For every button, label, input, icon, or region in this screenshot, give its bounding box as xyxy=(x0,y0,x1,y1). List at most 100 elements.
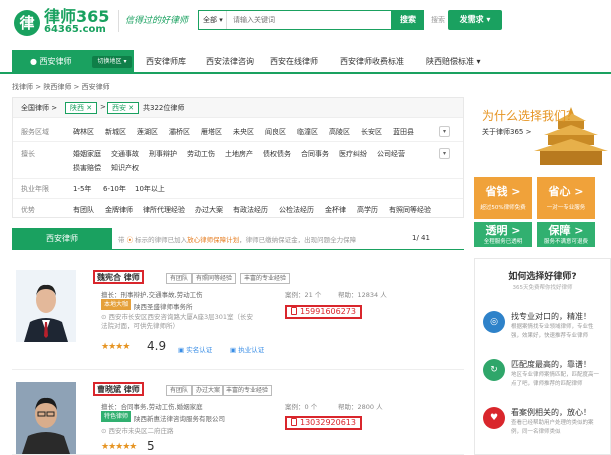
case-count: 案例：0 个 xyxy=(285,403,318,411)
how-item-title: 找专业对口的，精准！ xyxy=(511,312,591,321)
tile-peace-of-mind[interactable]: 省心 > 一对一专业服务 xyxy=(537,177,595,219)
filter-option[interactable]: 高陵区 xyxy=(329,127,350,137)
filter-option[interactable]: 有政法经历 xyxy=(233,205,268,215)
filter-option[interactable]: 金杯律 xyxy=(325,205,346,215)
case-count: 案例：21 个 xyxy=(285,291,322,299)
certificate-icon: ▣ xyxy=(230,346,237,354)
filter-option[interactable]: 损害赔偿 xyxy=(73,163,101,173)
lawyer-address: ⊙ 西安市未央区二府庄路 xyxy=(101,427,174,435)
filter-option[interactable]: 碑林区 xyxy=(73,127,94,137)
filter-option[interactable]: 有团队 xyxy=(73,205,94,215)
filter-option[interactable]: 律所代理经验 xyxy=(143,205,185,215)
filter-option[interactable]: 灞桥区 xyxy=(169,127,190,137)
lawyer-badge: 本地大咖 xyxy=(101,299,132,310)
filter-header: 全国律师 > 陕西 ✕ > 西安 ✕ 共322位律师 xyxy=(13,98,463,118)
nav-item-consult[interactable]: 西安法律咨询 xyxy=(206,50,254,74)
match-icon: ↻ xyxy=(483,359,505,381)
slogan: 信得过的好律师 xyxy=(118,10,190,32)
rating-stars: ★★★★★ xyxy=(101,442,137,452)
lawyer-photo[interactable] xyxy=(16,382,76,454)
nav-item-fees[interactable]: 西安律师收费标准 xyxy=(340,50,404,74)
switch-region-button[interactable]: 切换地区 ▾ xyxy=(92,56,132,68)
filter-option[interactable]: 雁塔区 xyxy=(201,127,222,137)
filter-option[interactable]: 公检法经历 xyxy=(279,205,314,215)
expand-expertise-button[interactable]: ▾ xyxy=(439,148,450,159)
filter-option[interactable]: 莲湖区 xyxy=(137,127,158,137)
filter-option[interactable]: 金牌律师 xyxy=(105,205,133,215)
search-button[interactable]: 搜索 xyxy=(392,10,424,30)
filter-tag-province[interactable]: 陕西 ✕ xyxy=(65,102,98,114)
tile-transparent[interactable]: 透明 > 全程服务已透明 xyxy=(474,222,532,247)
city-selector[interactable]: ● 西安律师 切换地区 ▾ xyxy=(12,50,134,74)
filter-option[interactable]: 10年以上 xyxy=(135,184,165,194)
guarantee-plan-link[interactable]: 放心律师保障计划 xyxy=(187,236,239,244)
filter-option[interactable]: 劳动工伤 xyxy=(187,149,215,159)
filter-option[interactable]: 1-5年 xyxy=(73,184,91,194)
filter-option[interactable]: 公司经营 xyxy=(377,149,405,159)
filter-option[interactable]: 未央区 xyxy=(233,127,254,137)
filter-option[interactable]: 土地房产 xyxy=(225,149,253,159)
lawyer-count: 共322位律师 xyxy=(143,104,185,112)
nav-item-online[interactable]: 西安在线律师 xyxy=(270,50,318,74)
guarantee-notice: 带 ⦿ 标示的律师已加入放心律师保障计划，律师已缴纳保证金，出现问题全力保障 xyxy=(118,236,357,244)
filter-option[interactable]: 刑事辩护 xyxy=(149,149,177,159)
about-link[interactable]: 关于律师365 > xyxy=(482,127,531,137)
lawyer-name[interactable]: 魏宪合 律师 xyxy=(93,270,144,284)
tab-xian-lawyers[interactable]: 西安律师 xyxy=(12,228,112,250)
filter-option[interactable]: 交通事故 xyxy=(111,149,139,159)
lawyer-tag: 有团队 xyxy=(166,273,193,284)
filter-panel: 全国律师 > 陕西 ✕ > 西安 ✕ 共322位律师 服务区域 碑林区 新城区 … xyxy=(12,97,464,218)
national-lawyers-link[interactable]: 全国律师 > xyxy=(21,103,57,113)
filter-option[interactable]: 办过大案 xyxy=(195,205,223,215)
lawyer-tag: 丰富的专业经验 xyxy=(240,273,291,284)
rating-stars: ★★★★ xyxy=(101,342,130,352)
how-item-title: 匹配度最高的，靠谱！ xyxy=(511,360,591,369)
nav-item-compensation[interactable]: 陕西赔偿标准 ▾ xyxy=(426,50,481,74)
filter-option[interactable]: 蓝田县 xyxy=(393,127,414,137)
filter-tag-city[interactable]: 西安 ✕ xyxy=(107,102,140,114)
search-box: 全部 ▾ xyxy=(198,10,392,30)
filter-option[interactable]: 临潼区 xyxy=(297,127,318,137)
phone-button[interactable]: 13032920613 xyxy=(285,416,362,430)
how-item-title: 看案例相关的，放心！ xyxy=(511,408,591,417)
filter-option[interactable]: 有照同等经验 xyxy=(389,205,431,215)
tile-save-money[interactable]: 省钱 > 超过50%律师免费 xyxy=(474,177,532,219)
lawyer-name[interactable]: 曹晓斌 律师 xyxy=(93,382,144,396)
search-input[interactable] xyxy=(233,11,383,29)
filter-option[interactable]: 知识产权 xyxy=(111,163,139,173)
filter-option[interactable]: 合同事务 xyxy=(301,149,329,159)
lawyer-tag: 有照同等经验 xyxy=(192,273,237,284)
lawyer-portrait-icon xyxy=(16,382,76,454)
filter-option[interactable]: 婚姻家庭 xyxy=(73,149,101,159)
logo-icon[interactable]: 律 xyxy=(14,10,40,36)
lawyer-tag: 有团队 xyxy=(166,385,193,396)
filter-label-years: 执业年限 xyxy=(21,185,49,193)
why-choose-us: 为什么选择我们？ 关于律师365 > 省钱 > 超过50%律师免费 省心 > 一… xyxy=(474,97,611,247)
search-scope-select[interactable]: 全部 ▾ xyxy=(199,11,227,29)
filter-option[interactable]: 长安区 xyxy=(361,127,382,137)
filter-option[interactable]: 债权债务 xyxy=(263,149,291,159)
filter-option[interactable]: 6-10年 xyxy=(103,184,126,194)
phone-button[interactable]: 15991606273 xyxy=(285,305,362,319)
post-demand-button[interactable]: 发需求 ▾ xyxy=(448,10,502,30)
filter-option[interactable]: 新城区 xyxy=(105,127,126,137)
logo-url: 64365.com xyxy=(44,24,106,35)
how-subtitle: 365天免费帮你找好律师 xyxy=(512,285,573,291)
rating-score: 4.9 xyxy=(147,339,167,353)
expand-area-button[interactable]: ▾ xyxy=(439,126,450,137)
how-to-choose: 如何选择好律师? 365天免费帮你找好律师 ◎ 找专业对口的，精准！ 根据案情找… xyxy=(474,258,611,455)
lawyer-portrait-icon xyxy=(16,270,76,342)
filter-option[interactable]: 医疗纠纷 xyxy=(339,149,367,159)
why-title: 为什么选择我们？ xyxy=(482,109,579,123)
nav-item-lawyer-library[interactable]: 西安律师库 xyxy=(146,50,186,74)
logo-text[interactable]: 律师365 xyxy=(44,8,109,25)
lawyer-photo[interactable] xyxy=(16,270,76,342)
filter-option[interactable]: 高学历 xyxy=(357,205,378,215)
phone-icon xyxy=(291,307,297,315)
filter-label-expertise: 擅长 xyxy=(21,150,35,158)
tile-guarantee[interactable]: 保障 > 服务不满意可退费 xyxy=(537,222,595,247)
breadcrumb[interactable]: 找律师 > 陕西律师 > 西安律师 xyxy=(12,82,110,92)
filter-option[interactable]: 阎良区 xyxy=(265,127,286,137)
help-count: 帮助：2800 人 xyxy=(338,403,383,411)
search-link[interactable]: 搜索 xyxy=(431,15,445,25)
